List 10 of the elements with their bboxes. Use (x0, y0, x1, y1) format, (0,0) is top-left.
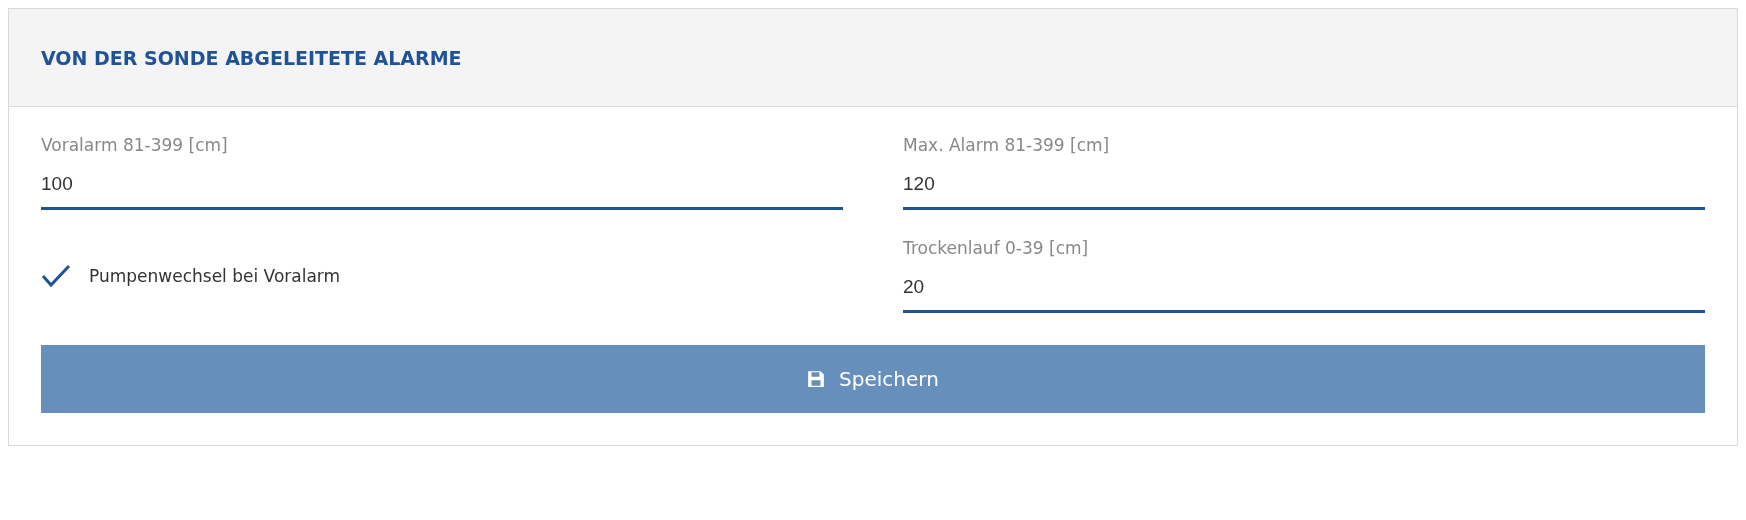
field-label: Voralarm 81-399 [cm] (41, 135, 229, 155)
checkbox-label: Pumpenwechsel bei Voralarm (89, 265, 341, 286)
field-label: Max. Alarm 81-399 [cm] (903, 135, 1111, 155)
input-field[interactable]: 100 (41, 169, 843, 210)
field-label: Trockenlauf 0-39 [cm] (903, 238, 1090, 258)
panel-title: VON DER SONDE ABGELEITETE ALARME (41, 46, 462, 69)
input-field[interactable]: 120 (903, 169, 1705, 210)
checkbox[interactable] (41, 263, 71, 288)
save-icon (807, 370, 826, 388)
input-field[interactable]: 20 (903, 272, 1705, 313)
